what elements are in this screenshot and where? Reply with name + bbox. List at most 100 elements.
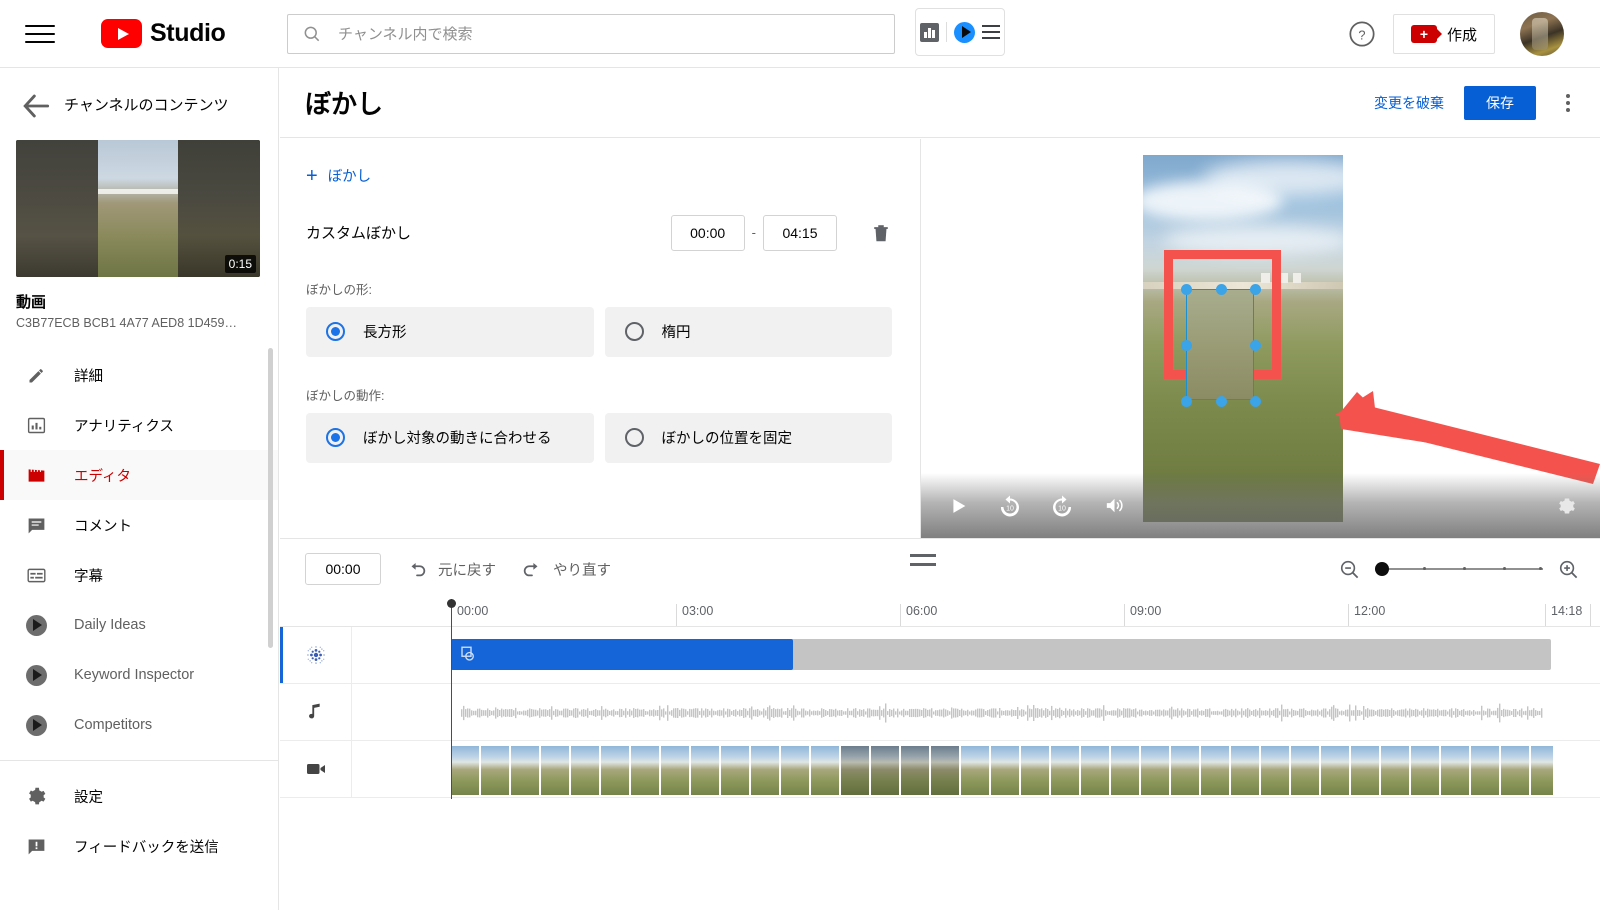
- resize-handle-se[interactable]: [1250, 396, 1261, 407]
- back-arrow-icon[interactable]: [16, 86, 56, 126]
- kebab-menu-icon[interactable]: [1556, 91, 1580, 115]
- sidebar-scrollbar[interactable]: [268, 348, 273, 648]
- zoom-in-icon[interactable]: [1557, 558, 1580, 581]
- resize-handle-sw[interactable]: [1181, 396, 1192, 407]
- shape-option-rectangle[interactable]: 長方形: [306, 306, 594, 357]
- add-blur-button[interactable]: + ぼかし: [306, 165, 371, 186]
- search-input[interactable]: [338, 25, 894, 43]
- filmstrip-frame: [481, 746, 509, 795]
- drag-handle-icon[interactable]: [910, 554, 936, 566]
- redo-button[interactable]: やり直す: [521, 558, 611, 580]
- blur-clip[interactable]: [451, 639, 1551, 670]
- current-time-input[interactable]: 00:00: [305, 553, 381, 585]
- brand-label: Studio: [150, 19, 226, 47]
- zoom-slider-thumb[interactable]: [1375, 562, 1389, 576]
- forward-10-icon[interactable]: 10: [1047, 491, 1077, 521]
- youtube-play-icon: [101, 19, 142, 48]
- sidebar: チャンネルのコンテンツ 0:15 動画 C3B77ECB BCB1 4A77 A…: [0, 68, 279, 910]
- filmstrip-frame: [1201, 746, 1229, 795]
- avatar[interactable]: [1520, 12, 1564, 56]
- blur-selection-box[interactable]: [1181, 284, 1261, 407]
- page-title: ぼかし: [305, 89, 384, 119]
- save-button[interactable]: 保存: [1464, 85, 1536, 120]
- playhead[interactable]: [447, 599, 456, 799]
- ruler-label: 09:00: [1124, 604, 1161, 626]
- filmstrip-frame: [1111, 746, 1139, 795]
- help-circle-icon[interactable]: ?: [1348, 20, 1376, 48]
- search-box[interactable]: [287, 14, 895, 54]
- music-note-icon: [308, 703, 320, 719]
- filmstrip-frame: [1231, 746, 1259, 795]
- create-label: 作成: [1447, 26, 1478, 44]
- preview-stage: 10 10: [921, 139, 1600, 538]
- motion-option-fixed[interactable]: ぼかしの位置を固定: [604, 412, 892, 463]
- filmstrip-frame: [691, 746, 719, 795]
- header-actions: 変更を破棄 保存: [1374, 85, 1600, 120]
- resize-handle-e[interactable]: [1250, 340, 1261, 351]
- resize-handle-n[interactable]: [1215, 284, 1227, 295]
- svg-text:10: 10: [1006, 505, 1014, 512]
- filmstrip-frame: [1171, 746, 1199, 795]
- end-time-input[interactable]: 04:15: [763, 214, 837, 251]
- create-button[interactable]: + 作成: [1393, 14, 1496, 54]
- zoom-slider[interactable]: [1375, 559, 1543, 579]
- sidebar-item-subtitles[interactable]: 字幕: [0, 550, 278, 600]
- filmstrip-frame: [601, 746, 629, 795]
- redo-label: やり直す: [553, 562, 611, 579]
- zoom-out-icon[interactable]: [1338, 558, 1361, 581]
- sidebar-item-label: 設定: [74, 789, 103, 806]
- video-filmstrip[interactable]: [451, 746, 1553, 795]
- filmstrip-frame: [571, 746, 599, 795]
- timeline-track-video[interactable]: [280, 741, 1600, 798]
- video-thumbnail[interactable]: 0:15: [16, 140, 260, 277]
- sidebar-item-label: 字幕: [74, 568, 103, 585]
- player-settings-gear-icon[interactable]: [1552, 491, 1582, 521]
- motion-option-row: ぼかし対象の動きに合わせる ぼかしの位置を固定: [306, 412, 892, 463]
- resize-handle-s[interactable]: [1215, 396, 1227, 407]
- add-blur-label: ぼかし: [327, 169, 372, 185]
- start-time-input[interactable]: 00:00: [670, 214, 745, 251]
- trash-icon[interactable]: [870, 220, 892, 246]
- bar-chart-icon[interactable]: [920, 22, 939, 42]
- filmstrip-frame: [1051, 746, 1079, 795]
- sidebar-item-keyword-inspector[interactable]: Keyword Inspector: [0, 650, 278, 700]
- ruler-label: 12:00: [1348, 604, 1385, 626]
- shape-option-ellipse[interactable]: 楕円: [604, 306, 892, 357]
- vidiq-logo-icon[interactable]: [954, 21, 975, 43]
- filmstrip-frame: [541, 746, 569, 795]
- timeline-track-blur[interactable]: [280, 627, 1600, 684]
- volume-icon[interactable]: [1099, 491, 1129, 521]
- pencil-icon: [24, 363, 48, 387]
- discard-changes-button[interactable]: 変更を破棄: [1374, 93, 1444, 113]
- custom-blur-row: カスタムぼかし 00:00 - 04:15: [306, 214, 892, 251]
- timeline-ruler[interactable]: 00:00 03:00 06:00 09:00 12:00 14:18: [280, 599, 1600, 627]
- vidiq-badge-icon: [24, 713, 48, 737]
- sidebar-item-label: 詳細: [74, 368, 103, 385]
- undo-button[interactable]: 元に戻す: [406, 558, 496, 580]
- resize-handle-nw[interactable]: [1181, 284, 1192, 295]
- sidebar-item-analytics[interactable]: アナリティクス: [0, 400, 278, 450]
- motion-option-track[interactable]: ぼかし対象の動きに合わせる: [306, 412, 594, 463]
- video-preview: 10 10: [921, 139, 1600, 538]
- sidebar-item-competitors[interactable]: Competitors: [0, 700, 278, 750]
- custom-blur-label: カスタムぼかし: [306, 225, 412, 242]
- youtube-studio-logo[interactable]: Studio: [101, 19, 226, 48]
- radio-icon: [624, 322, 644, 341]
- comment-icon: [24, 513, 48, 537]
- blur-settings-panel: + ぼかし カスタムぼかし 00:00 - 04:15 ぼかしの形: 長方形 楕…: [280, 139, 921, 538]
- sidebar-item-editor[interactable]: エディタ: [0, 450, 278, 500]
- resize-handle-w[interactable]: [1181, 340, 1192, 351]
- resize-handle-ne[interactable]: [1250, 284, 1261, 295]
- sidebar-item-comments[interactable]: コメント: [0, 500, 278, 550]
- extension-hamburger-icon[interactable]: [982, 25, 1000, 39]
- sidebar-item-daily-ideas[interactable]: Daily Ideas: [0, 600, 278, 650]
- play-icon[interactable]: [943, 491, 973, 521]
- replay-10-icon[interactable]: 10: [995, 491, 1025, 521]
- sidebar-item-details[interactable]: 詳細: [0, 350, 278, 400]
- video-plus-icon: +: [1411, 25, 1442, 43]
- sidebar-item-settings[interactable]: 設定: [0, 771, 278, 821]
- timeline-track-audio[interactable]: [280, 684, 1600, 741]
- undo-label: 元に戻す: [438, 562, 496, 579]
- hamburger-icon[interactable]: [25, 23, 55, 45]
- sidebar-item-feedback[interactable]: フィードバックを送信: [0, 821, 278, 871]
